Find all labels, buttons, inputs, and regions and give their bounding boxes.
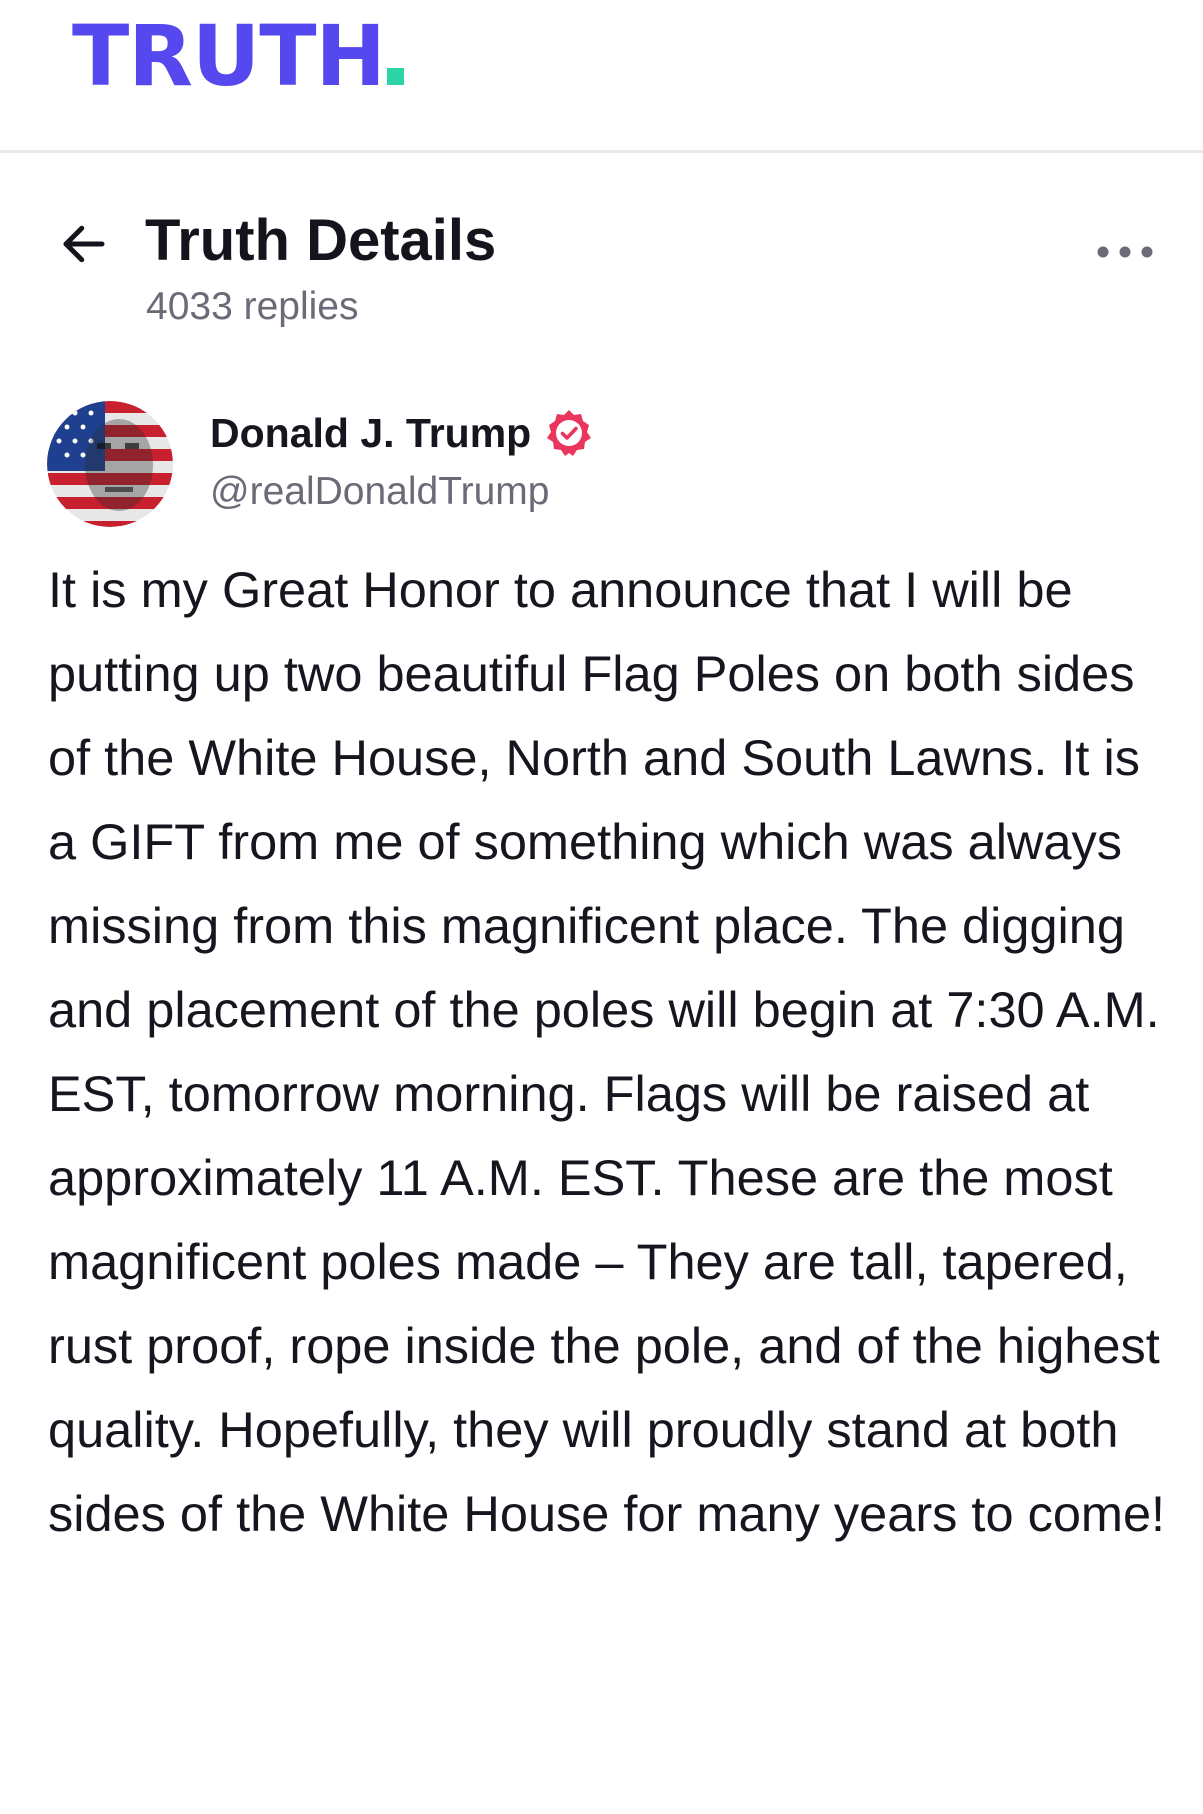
logo-dot (386, 68, 404, 85)
back-button[interactable] (50, 210, 118, 278)
author-handle[interactable]: @realDonaldTrump (210, 467, 549, 517)
author-name-row[interactable]: Donald J. Trump (210, 407, 595, 459)
flag-portrait-avatar-icon (47, 401, 173, 527)
reply-count: 4033 replies (146, 285, 359, 328)
arrow-left-icon (63, 225, 105, 263)
top-navigation-bar: TRUTH (0, 0, 1203, 153)
author-name: Donald J. Trump (210, 410, 532, 456)
truth-logo[interactable]: TRUTH (72, 6, 404, 106)
verified-badge-icon (543, 407, 595, 459)
page-header: Truth Details 4033 replies (0, 170, 1203, 350)
post-author: Donald J. Trump @realDonaldTrump (0, 395, 1203, 530)
page-title: Truth Details (145, 208, 497, 273)
post-text: It is my Great Honor to announce that I … (48, 561, 1166, 1542)
more-horizontal-icon (1097, 246, 1153, 258)
logo-text: TRUTH (72, 7, 386, 105)
more-options-button[interactable] (1090, 230, 1160, 274)
avatar[interactable] (47, 401, 173, 527)
